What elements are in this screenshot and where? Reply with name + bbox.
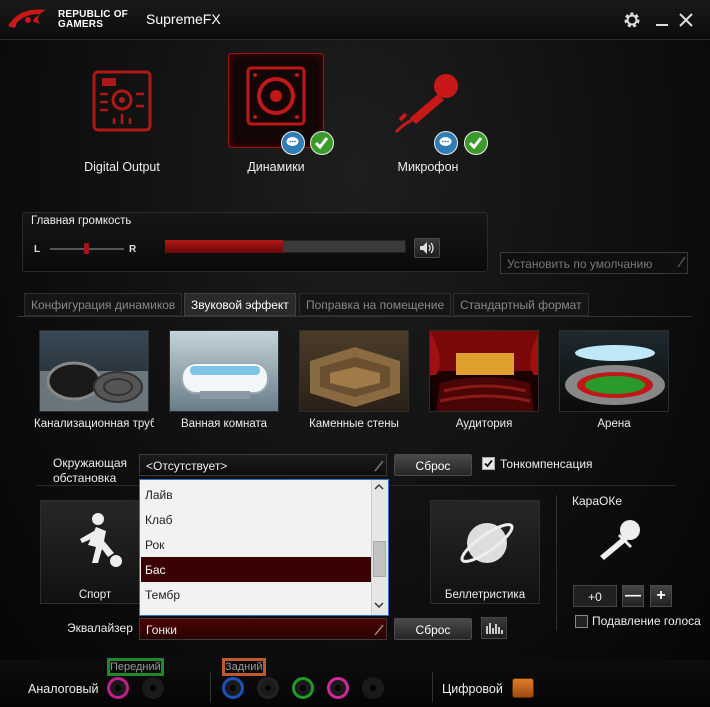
rear-jacks-label: Задний xyxy=(222,658,266,676)
env-label-arena: Арена xyxy=(597,418,631,430)
equalizer-graph-button[interactable] xyxy=(481,617,507,639)
dropdown-option[interactable]: Лайв xyxy=(141,482,372,507)
jack-divider xyxy=(210,672,211,702)
analog-label: Аналоговый xyxy=(28,682,99,696)
env-auditorium-tile[interactable] xyxy=(429,330,539,412)
device-label-speakers: Динамики xyxy=(247,160,305,174)
loudness-checkbox[interactable] xyxy=(482,457,495,470)
dropdown-arrow-icon xyxy=(374,624,384,636)
bathtub-image xyxy=(181,362,269,399)
speaker-icon xyxy=(246,66,306,126)
microphone-icon xyxy=(394,74,458,134)
device-microphone[interactable] xyxy=(392,70,466,134)
tab-sound-effect[interactable]: Звуковой эффект xyxy=(184,293,296,316)
environment-reset-button[interactable]: Сброс xyxy=(394,454,472,476)
env-label-auditorium: Аудитория xyxy=(455,418,513,430)
chat-status-icon xyxy=(434,131,458,155)
env-label-sewer-pipe: Канализационная труба xyxy=(34,418,154,430)
karaoke-divider xyxy=(556,495,557,630)
equalizer-bars-icon xyxy=(486,623,503,634)
equalizer-reset-button[interactable]: Сброс xyxy=(394,618,472,640)
equalizer-select[interactable]: Гонки xyxy=(139,618,387,640)
dropdown-option[interactable]: Тембр xyxy=(141,582,372,607)
voice-cancel-checkbox[interactable] xyxy=(575,615,588,628)
digital-output-icon xyxy=(92,70,152,132)
eq-preset-sport-label: Спорт xyxy=(78,589,112,601)
planet-icon xyxy=(460,523,514,563)
karaoke-value: +0 xyxy=(573,585,617,607)
rear-jack-black[interactable] xyxy=(292,677,314,699)
brand-text: REPUBLIC OF GAMERS xyxy=(58,9,128,30)
rear-jack-orange[interactable] xyxy=(222,677,244,699)
karaoke-plus-button[interactable]: + xyxy=(650,585,672,607)
minimize-icon[interactable] xyxy=(652,10,672,30)
environment-caption-line1: Окружающая xyxy=(53,456,128,470)
chat-status-icon xyxy=(281,131,305,155)
dropdown-arrow-icon xyxy=(374,460,384,472)
digital-label: Цифровой xyxy=(442,682,503,696)
sport-player-icon xyxy=(80,513,122,567)
tab-default-format[interactable]: Стандартный формат xyxy=(453,293,589,316)
dropdown-option-selected[interactable]: Бас xyxy=(141,557,372,582)
sewer-image xyxy=(40,361,148,411)
scroll-down-icon[interactable] xyxy=(372,600,386,610)
tab-speaker-config[interactable]: Конфигурация динамиков xyxy=(24,293,183,316)
env-sewer-pipe-tile[interactable] xyxy=(39,330,149,412)
dropdown-scrollbar-thumb[interactable] xyxy=(373,541,386,577)
scroll-up-icon[interactable] xyxy=(372,482,386,492)
volume-slider-fill xyxy=(165,240,283,253)
checkmark-icon xyxy=(484,459,493,468)
environment-select[interactable]: <Отсутствует> xyxy=(139,454,387,476)
karaoke-title: КараОКе xyxy=(572,494,623,508)
equalizer-select-value: Гонки xyxy=(146,623,177,637)
mute-button[interactable] xyxy=(414,238,440,258)
front-jack-pink[interactable] xyxy=(142,677,164,699)
env-label-bathroom: Ванная комната xyxy=(180,418,268,430)
app-title: SupremeFX xyxy=(146,11,221,27)
close-icon[interactable] xyxy=(676,10,696,30)
karaoke-minus-button[interactable]: — xyxy=(622,585,644,607)
voice-cancel-label: Подавление голоса xyxy=(592,614,701,628)
env-label-stone-walls: Каменные стены xyxy=(309,418,399,430)
arena-image xyxy=(565,345,665,405)
auditorium-image xyxy=(430,331,538,411)
env-arena-tile[interactable] xyxy=(559,330,669,412)
rear-jack-blue[interactable] xyxy=(257,677,279,699)
jack-divider xyxy=(432,672,433,702)
front-jacks-label: Передний xyxy=(107,658,164,676)
balance-left-label: L xyxy=(34,244,41,255)
set-default-button[interactable]: Установить по умолчанию xyxy=(500,252,688,274)
checkmark-icon xyxy=(310,131,334,155)
karaoke-microphone-icon xyxy=(600,520,640,560)
balance-slider-thumb[interactable] xyxy=(84,243,89,254)
balance-right-label: R xyxy=(129,244,137,255)
front-jack-green[interactable] xyxy=(107,677,129,699)
tab-divider xyxy=(18,316,692,317)
spdif-port-icon[interactable] xyxy=(512,678,534,698)
device-label-microphone: Микрофон xyxy=(397,160,459,174)
rear-jack-green[interactable] xyxy=(327,677,349,699)
environment-select-value: <Отсутствует> xyxy=(146,459,228,473)
loudness-label: Тонкомпенсация xyxy=(500,457,593,471)
corner-arrow-icon xyxy=(677,256,686,268)
eq-preset-fiction-label: Беллетристика xyxy=(444,589,526,601)
device-digital-output[interactable] xyxy=(88,68,156,134)
device-label-digital-output: Digital Output xyxy=(84,160,160,174)
dropdown-option[interactable]: Клаб xyxy=(141,507,372,532)
rog-logo-icon xyxy=(8,9,46,28)
env-bathroom-tile[interactable] xyxy=(169,330,279,412)
environment-caption-line2: обстановка xyxy=(53,471,117,485)
gear-icon[interactable] xyxy=(622,10,642,30)
stone-walls-image xyxy=(310,347,400,407)
rear-jack-pink[interactable] xyxy=(362,677,384,699)
equalizer-caption: Эквалайзер xyxy=(67,621,133,635)
equalizer-dropdown-list: Лайв Клаб Рок Бас Тембр xyxy=(139,479,389,616)
volume-title: Главная громкость xyxy=(31,215,132,227)
speaker-volume-icon xyxy=(420,242,434,254)
checkmark-icon xyxy=(464,131,488,155)
env-stone-walls-tile[interactable] xyxy=(299,330,409,412)
dropdown-option[interactable]: Рок xyxy=(141,532,372,557)
tab-room-correction[interactable]: Поправка на помещение xyxy=(299,293,452,316)
